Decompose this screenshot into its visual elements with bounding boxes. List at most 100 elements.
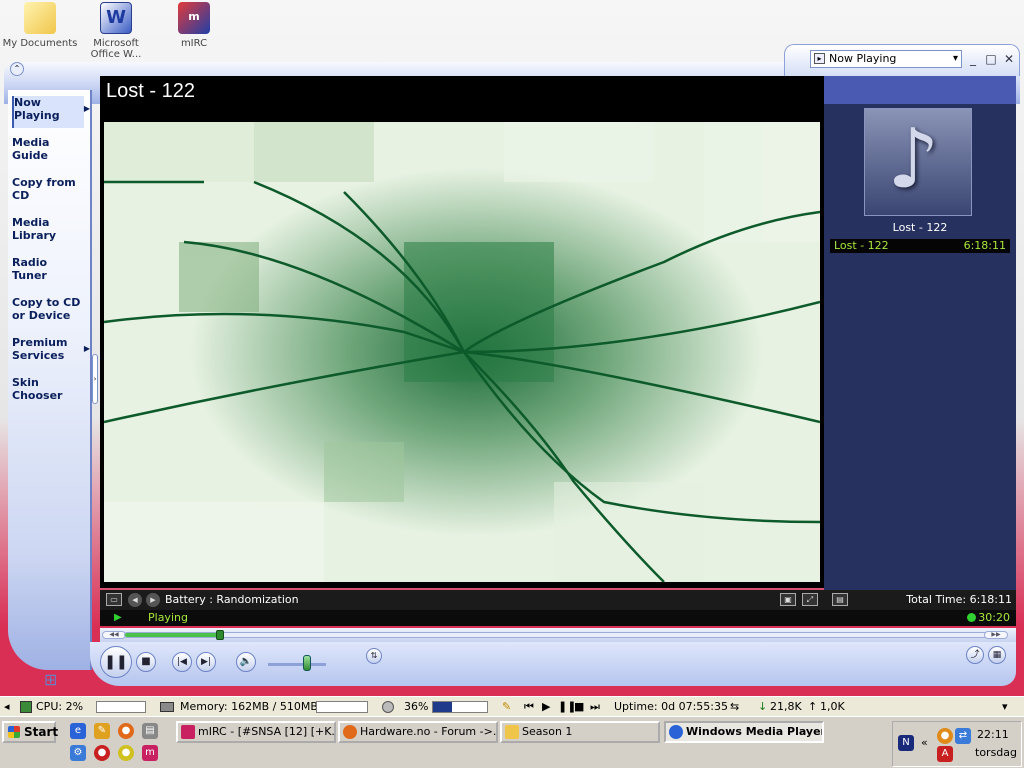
task-season-1[interactable]: Season 1 (500, 721, 660, 743)
cpu-usage: CPU: 2% (36, 700, 84, 713)
seek-progress (125, 633, 221, 637)
cpu-icon (20, 701, 32, 713)
task-mirc[interactable]: mIRC - [#SNSA [12] [+K... (176, 721, 336, 743)
chevron-down-icon[interactable]: ▾ (1002, 698, 1008, 716)
quicklaunch-icon[interactable]: ⚙ (70, 745, 86, 761)
playlist-header (824, 76, 1016, 104)
taskbar: Start e ✎ ● ▤ ⚙ ● ● m mIRC - [#SNSA [12]… (0, 716, 1024, 768)
maximize-button[interactable]: □ (984, 52, 998, 66)
sidebar-collapse-handle[interactable]: › (92, 354, 98, 404)
clock-icon (967, 613, 976, 622)
album-caption: Lost - 122 (892, 221, 948, 234)
status-text: Playing (148, 611, 188, 624)
task-label: Windows Media Player (686, 725, 824, 738)
quicklaunch-icon[interactable]: ▤ (142, 723, 158, 739)
volume-thumb[interactable] (302, 655, 311, 671)
net-down: 21,8K (770, 700, 802, 713)
fullscreen-toggle-icon[interactable]: ▭ (106, 593, 122, 606)
next-button[interactable]: ▶| (196, 652, 216, 672)
task-label: mIRC - [#SNSA [12] [+K... (198, 725, 336, 738)
transport-controls: ❚❚ ■ |◀ ▶| 🔈 ⇅ ⤴ ▦ (90, 642, 1016, 686)
task-windows-media-player[interactable]: Windows Media Player (664, 721, 824, 743)
now-playing-icon: ▸ (814, 53, 825, 64)
minimize-button[interactable]: _ (966, 52, 980, 66)
disk-icon (382, 701, 394, 713)
media-stop-button[interactable]: ■ (574, 698, 584, 716)
playlist-item[interactable]: Lost - 122 6:18:11 (830, 239, 1010, 253)
sidebar-item-media-library[interactable]: Media Library (12, 216, 84, 242)
mirc-icon: m (178, 2, 210, 34)
pause-button[interactable]: ❚❚ (100, 646, 132, 678)
visualization-canvas[interactable] (104, 122, 820, 582)
tray-expand-icon[interactable]: « (921, 736, 928, 749)
view-selector[interactable]: ▸ Now Playing ▾ (810, 50, 962, 68)
network-icon: ⇆ (730, 700, 740, 713)
media-prev-button[interactable]: ⏮ (524, 698, 534, 716)
desktop-icon-my-documents[interactable]: My Documents (2, 2, 78, 49)
download-arrow-icon: ↓ (758, 700, 768, 713)
seek-area: ◀◀ ▶▶ (100, 628, 1016, 642)
scroll-left-icon[interactable]: ◂ (4, 698, 10, 716)
playlist-item-duration: 6:18:11 (963, 239, 1006, 252)
sidebar-item-copy-to-cd[interactable]: Copy to CD or Device (12, 296, 84, 322)
mute-button[interactable]: 🔈 (236, 652, 256, 672)
seek-bar[interactable] (124, 630, 992, 640)
menu-toggle-button[interactable]: ⌃ (10, 62, 24, 76)
seek-thumb[interactable] (216, 630, 225, 640)
start-button[interactable]: Start (2, 721, 58, 743)
next-visualization-button[interactable]: ▶ (146, 593, 160, 607)
view-mode-icon[interactable]: ▣ (780, 593, 796, 606)
tray-app-icon[interactable]: ● (937, 728, 953, 744)
shuffle-button[interactable]: ⇅ (366, 648, 382, 664)
full-mode-icon[interactable]: ⤢ (802, 593, 818, 606)
windows-logo-icon: ⊞ (44, 670, 58, 689)
chevron-down-icon: ▾ (952, 53, 958, 64)
mirc-icon[interactable]: m (142, 745, 158, 761)
fast-forward-icon[interactable]: ▶▶ (984, 631, 1008, 639)
visualization-name: Battery : Randomization (165, 593, 299, 606)
visualization-bar: ▭ ◀ ▶ Battery : Randomization ▣ ⤢ (100, 590, 824, 610)
desktop-icon-mirc[interactable]: m mIRC (156, 2, 232, 49)
quicklaunch-icon[interactable]: ✎ (94, 723, 110, 739)
sidebar-item-label: Radio Tuner (12, 256, 48, 282)
volume-slider[interactable] (268, 663, 326, 666)
system-tray: « ● ⇄ A 22:11 torsdag (892, 721, 1022, 767)
mini-player-button[interactable]: ▦ (988, 646, 1006, 664)
sidebar-item-label: Copy to CD or Device (12, 296, 81, 322)
sidebar-item-radio-tuner[interactable]: Radio Tuner (12, 256, 84, 282)
quicklaunch-icon[interactable]: ● (118, 745, 134, 761)
sidebar-item-now-playing[interactable]: Now Playing ▶ (12, 96, 90, 128)
upload-arrow-icon: ↑ (808, 700, 818, 713)
rewind-icon[interactable]: ◀◀ (102, 631, 126, 639)
clock-day: torsdag (975, 746, 1018, 759)
previous-button[interactable]: |◀ (172, 652, 192, 672)
show-desktop-icon[interactable]: e (70, 723, 86, 739)
ati-tray-icon[interactable]: A (937, 746, 953, 762)
firefox-icon[interactable]: ● (118, 723, 134, 739)
net-up: 1,0K (820, 700, 845, 713)
disk-meter (432, 701, 488, 713)
uptime: Uptime: 0d 07:55:35 (614, 700, 728, 713)
close-button[interactable]: ✕ (1002, 52, 1016, 66)
system-info-toolbar: ◂ CPU: 2% Memory: 162MB / 510MB 36% ✎ ⏮ … (0, 696, 1024, 716)
sidebar-item-copy-from-cd[interactable]: Copy from CD (12, 176, 84, 202)
playlist-options-icon[interactable]: ▤ (832, 593, 848, 606)
visualization-graphic (104, 122, 820, 582)
elapsed-time: 30:20 (978, 611, 1010, 624)
sidebar-item-media-guide[interactable]: Media Guide (12, 136, 84, 162)
media-play-button[interactable]: ▶ (542, 698, 550, 716)
task-hardware-forum[interactable]: Hardware.no - Forum ->... (338, 721, 498, 743)
view-selector-value: Now Playing (829, 52, 897, 65)
playlist-item-title: Lost - 122 (834, 239, 889, 252)
previous-visualization-button[interactable]: ◀ (128, 593, 142, 607)
stop-button[interactable]: ■ (136, 652, 156, 672)
sidebar-item-label: Now Playing (14, 96, 60, 122)
network-tray-icon[interactable]: ⇄ (955, 728, 971, 744)
sidebar-item-skin-chooser[interactable]: Skin Chooser (12, 376, 84, 402)
media-next-button[interactable]: ⏭ (590, 698, 600, 716)
quicklaunch-icon[interactable]: ● (94, 745, 110, 761)
sidebar-item-premium-services[interactable]: Premium Services ▶ (12, 336, 90, 362)
clock: 22:11 (977, 728, 1009, 741)
firefox-icon (343, 725, 357, 739)
skin-mode-button[interactable]: ⤴ (966, 646, 984, 664)
